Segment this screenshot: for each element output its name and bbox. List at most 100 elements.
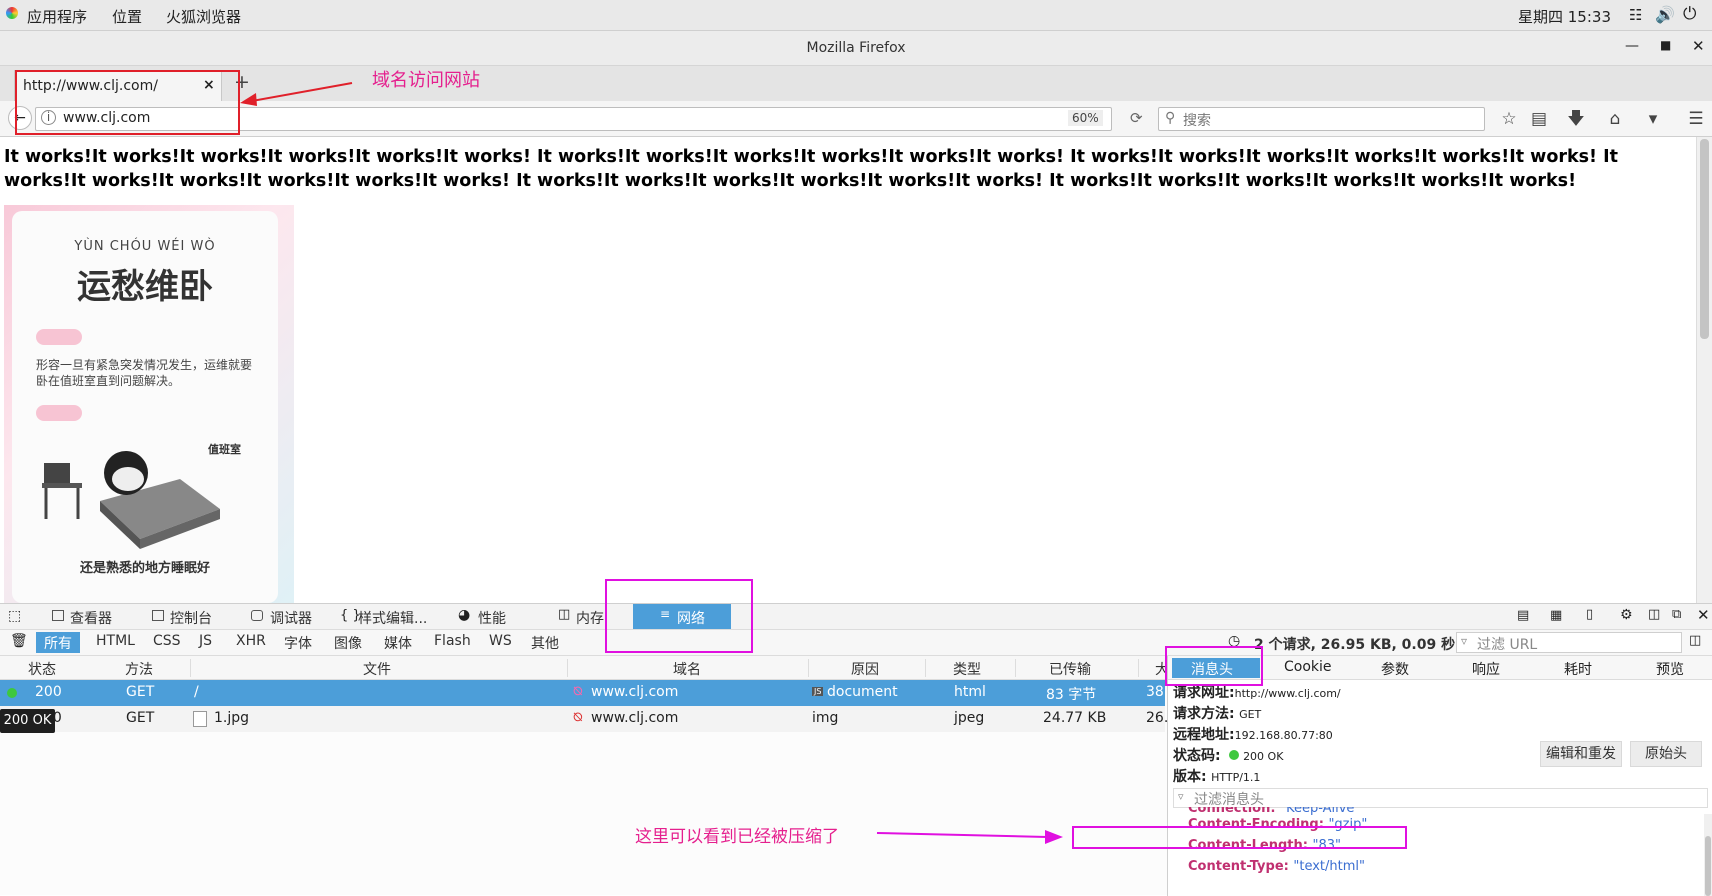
volume-icon[interactable]: 🔊	[1655, 5, 1675, 24]
annotation-network-tab-box	[605, 579, 753, 653]
network-table-header: 状态 方法 文件 域名 原因 类型 已传输 大	[0, 656, 1169, 680]
filter-js[interactable]: JS	[191, 632, 220, 653]
request-method-row: 请求方法: GET	[1173, 703, 1261, 723]
headers-scrollbar[interactable]	[1704, 814, 1712, 896]
row-transferred: 24.77 KB	[1043, 710, 1107, 726]
bookmark-star-icon[interactable]: ☆	[1497, 107, 1521, 131]
responsive-icon[interactable]: ▯	[1586, 607, 1593, 622]
page-content: It works!It works!It works!It works!It w…	[0, 137, 1696, 603]
close-window-icon[interactable]: ✕	[1692, 37, 1705, 55]
filter-url-input[interactable]: ▿ 过滤 URL	[1456, 632, 1682, 653]
col-domain[interactable]: 域名	[667, 659, 701, 678]
minimize-icon[interactable]: —	[1625, 38, 1639, 54]
poster-pinyin: YÙN CHÓU WÉI WÒ	[74, 239, 216, 254]
version-label: 版本:	[1173, 769, 1207, 785]
filter-media[interactable]: 媒体	[376, 632, 420, 653]
image-file-icon	[193, 711, 207, 727]
details-tab-preview[interactable]: 预览	[1656, 659, 1684, 679]
row-file: /	[194, 684, 199, 700]
menu-places[interactable]: 位置	[112, 6, 142, 27]
status-code-value: 200 OK	[1243, 750, 1284, 763]
clock[interactable]: 星期四 15:33	[1518, 6, 1611, 27]
toggle-sidebar-icon[interactable]: ◫	[1689, 633, 1701, 648]
filter-ws[interactable]: WS	[481, 632, 520, 653]
row-file: 1.jpg	[214, 710, 250, 726]
devtools-toolbar: ⬚ 查看器 控制台 调试器 { } 样式编辑... ◕ 性能 ◫ 内存 ≡ 网络…	[0, 604, 1712, 630]
details-tab-timings[interactable]: 耗时	[1564, 659, 1592, 679]
home-icon[interactable]: ⌂	[1603, 107, 1627, 131]
devtools-tab-memory[interactable]: 内存	[576, 608, 604, 628]
pocket-icon[interactable]: ▾	[1641, 107, 1665, 131]
details-tab-response[interactable]: 响应	[1472, 659, 1500, 679]
row-transferred: 83 字节	[1046, 687, 1097, 703]
poster-tag	[36, 329, 82, 345]
header-connection: Connection: "Keep-Alive"	[1188, 807, 1360, 815]
poster-illustration	[42, 451, 220, 549]
scratchpad-icon[interactable]: ▦	[1550, 608, 1562, 623]
devtools-tab-performance[interactable]: 性能	[478, 608, 506, 628]
col-type[interactable]: 类型	[947, 659, 981, 678]
table-row[interactable]: 200 GET / ⦰ www.clj.com JS document html…	[0, 680, 1165, 706]
menu-hamburger-icon[interactable]: ☰	[1684, 107, 1708, 131]
details-tab-params[interactable]: 参数	[1381, 659, 1409, 679]
filter-other[interactable]: 其他	[523, 632, 567, 653]
pick-element-icon[interactable]: ⬚	[8, 608, 21, 624]
remote-address-row: 远程地址:192.168.80.77:80	[1173, 724, 1333, 744]
network-icon[interactable]: ☷	[1629, 6, 1642, 24]
search-bar[interactable]: ⚲ 搜索	[1158, 107, 1485, 131]
devtools-tab-console[interactable]: 控制台	[170, 608, 212, 628]
row-status: 200	[35, 684, 62, 700]
menu-applications[interactable]: 应用程序	[27, 6, 87, 27]
filter-headers-input[interactable]: ▿ 过滤消息头	[1173, 788, 1708, 808]
trash-icon[interactable]: 🗑	[10, 633, 28, 649]
edit-resend-button[interactable]: 编辑和重发	[1540, 741, 1622, 767]
filter-url-placeholder: 过滤 URL	[1477, 637, 1538, 653]
remote-address-value: 192.168.80.77:80	[1234, 729, 1333, 742]
menu-firefox[interactable]: 火狐浏览器	[166, 6, 241, 27]
details-tab-cookie[interactable]: Cookie	[1284, 659, 1332, 675]
download-icon[interactable]: 🡇	[1564, 107, 1588, 131]
col-status[interactable]: 状态	[22, 659, 56, 678]
filter-fonts[interactable]: 字体	[276, 632, 320, 653]
network-filter-bar: 🗑 所有 HTML CSS JS XHR 字体 图像 媒体 Flash WS 其…	[0, 630, 1712, 656]
filter-flash[interactable]: Flash	[426, 632, 479, 653]
window-titlebar: Mozilla Firefox — ■ ✕	[0, 31, 1712, 66]
raw-headers-button[interactable]: 原始头	[1630, 741, 1702, 767]
dock-side-icon[interactable]: ◫	[1648, 607, 1660, 622]
power-icon[interactable]: ⏻	[1683, 4, 1696, 24]
table-row[interactable]: 200 GET 1.jpg ⦰ www.clj.com img jpeg 24.…	[0, 706, 1168, 732]
row-type: jpeg	[954, 710, 985, 726]
reload-icon[interactable]: ⟳	[1130, 109, 1143, 127]
filter-headers-funnel-icon: ▿	[1178, 790, 1184, 803]
undock-icon[interactable]: ⧉	[1672, 607, 1681, 622]
headers-scroll-thumb[interactable]	[1705, 836, 1711, 896]
col-method[interactable]: 方法	[119, 659, 153, 678]
filter-xhr[interactable]: XHR	[228, 632, 274, 653]
header-value: "text/html"	[1293, 859, 1365, 874]
devtools-tab-style-editor[interactable]: 样式编辑...	[358, 608, 427, 628]
filter-css[interactable]: CSS	[145, 632, 189, 653]
poster-desc: 形容一旦有紧急突发情况发生，运维就要卧在值班室直到问题解决。	[36, 358, 253, 388]
status-code-row: 状态码: 200 OK	[1173, 745, 1283, 765]
request-url-value[interactable]: http://www.clj.com/	[1235, 687, 1341, 700]
close-devtools-icon[interactable]: ✕	[1697, 606, 1710, 624]
scroll-thumb[interactable]	[1700, 139, 1709, 339]
settings-gear-icon[interactable]: ⚙	[1620, 607, 1633, 623]
status-dot-icon	[7, 688, 17, 698]
page-scrollbar[interactable]	[1696, 137, 1712, 603]
reading-list-icon[interactable]: ▤	[1527, 107, 1551, 131]
poster-tag-2	[36, 405, 82, 421]
request-details-panel: 消息头 Cookie 参数 响应 耗时 预览 请求网址:http://www.c…	[1167, 656, 1712, 896]
maximize-icon[interactable]: ■	[1660, 38, 1671, 52]
col-file[interactable]: 文件	[357, 659, 391, 678]
devtools-tab-debugger[interactable]: 调试器	[270, 608, 312, 628]
zoom-indicator[interactable]: 60%	[1068, 110, 1103, 126]
col-cause[interactable]: 原因	[845, 659, 879, 678]
devtools-tab-inspector[interactable]: 查看器	[70, 608, 112, 628]
poster-title: 运愁维卧	[77, 267, 213, 307]
split-console-icon[interactable]: ▤	[1517, 608, 1529, 623]
filter-images[interactable]: 图像	[326, 632, 370, 653]
filter-all[interactable]: 所有	[36, 632, 80, 653]
filter-html[interactable]: HTML	[88, 632, 143, 653]
col-transferred[interactable]: 已传输	[1043, 659, 1091, 678]
